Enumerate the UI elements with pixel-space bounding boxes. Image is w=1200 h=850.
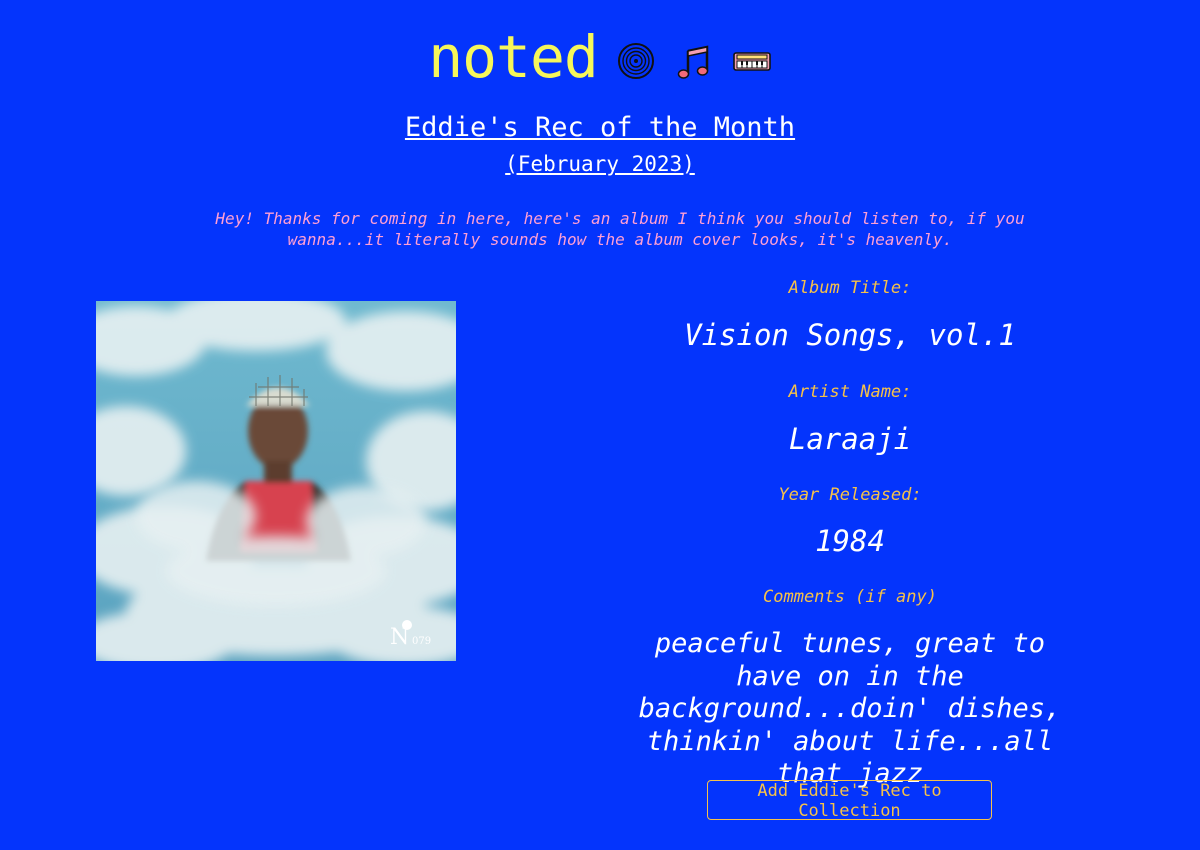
year-released-label: Year Released:	[778, 485, 922, 505]
comments-value: peaceful tunes, great to have on in the …	[638, 628, 1062, 789]
album-cover-art: N 079	[96, 301, 456, 661]
vinyl-record-icon	[617, 43, 654, 79]
keyboard-icon	[732, 52, 771, 71]
album-title-label: Album Title:	[788, 278, 912, 298]
cover-badge: 079	[412, 636, 431, 647]
comments-label: Comments (if any)	[763, 587, 937, 607]
label-logo-icon: N	[390, 620, 412, 650]
artist-name-value: Laraaji	[788, 422, 912, 456]
album-cover: N 079	[96, 301, 456, 661]
album-title-value: Vision Songs, vol.1	[684, 318, 1016, 352]
year-released-value: 1984	[815, 524, 885, 558]
rec-title[interactable]: Eddie's Rec of the Month	[0, 112, 1200, 143]
intro-text: Hey! Thanks for coming in here, here's a…	[215, 209, 1025, 249]
add-to-collection-button[interactable]: Add Eddie's Rec to Collection	[707, 780, 992, 821]
artist-name-label: Artist Name:	[788, 382, 912, 402]
rec-date[interactable]: (February 2023)	[0, 152, 1200, 176]
header: noted	[0, 22, 1200, 92]
app-logo[interactable]: noted	[428, 22, 599, 92]
music-notes-icon	[677, 45, 709, 79]
